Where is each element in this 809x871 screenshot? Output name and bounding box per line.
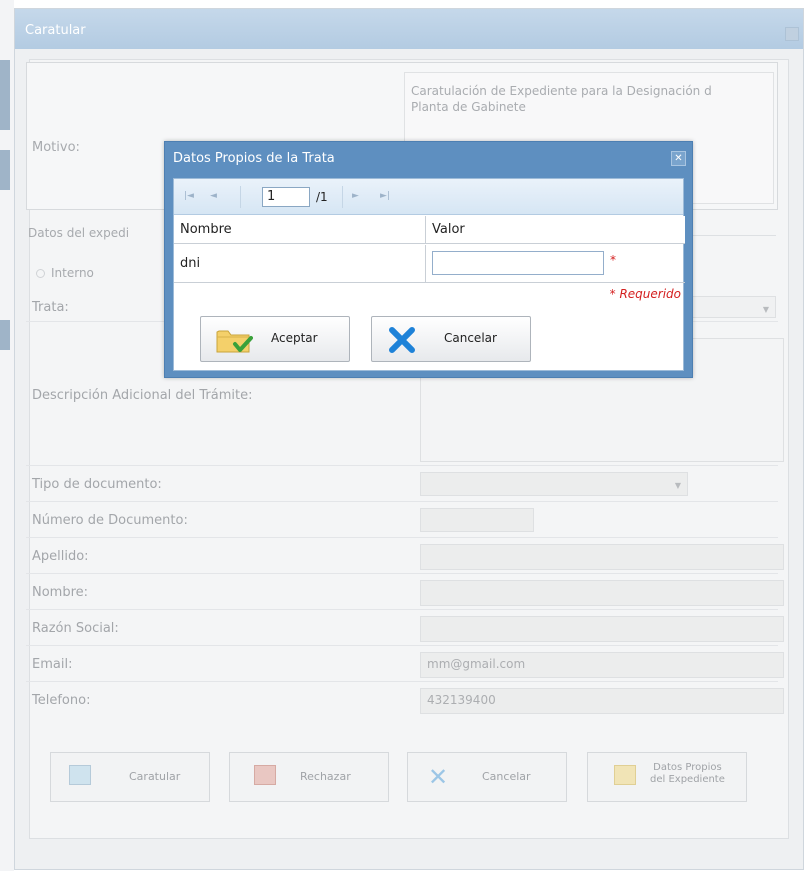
dni-value-input[interactable] [432,251,604,275]
row-tipo-doc: Tipo de documento: ▼ [26,466,778,502]
motivo-label: Motivo: [32,140,80,155]
folder-check-icon [216,330,253,353]
nombre-label: Nombre: [32,585,89,600]
telefono-input[interactable]: 432139400 [420,688,784,714]
last-page-icon[interactable]: ►| [380,191,390,201]
cancelar-main-label: Cancelar [482,770,531,783]
grid-pager: |◄ ◄ 1 /1 ► ►| [174,179,683,215]
chevron-down-icon: ▼ [762,305,769,314]
numero-doc-label: Número de Documento: [32,513,188,528]
column-header-nombre[interactable]: Nombre [180,222,232,237]
window-title: Caratular [15,9,803,49]
caratular-button[interactable]: Caratular [50,752,210,802]
email-input[interactable]: mm@gmail.com [420,652,784,678]
datos-propios-trata-dialog: Datos Propios de la Trata ✕ |◄ ◄ 1 /1 ► … [164,141,693,378]
trata-label: Trata: [32,300,69,315]
column-separator [425,245,426,283]
window-close-icon[interactable] [785,27,799,41]
aceptar-button[interactable]: Aceptar [200,316,350,362]
row-numero-doc: Número de Documento: [26,502,778,538]
column-separator [425,216,426,244]
razon-social-input[interactable] [420,616,784,642]
motivo-text-line2: Planta de Gabinete [411,100,526,114]
dialog-title: Datos Propios de la Trata [173,151,335,166]
tipo-doc-select[interactable]: ▼ [420,472,688,496]
cancel-x-icon [389,327,415,353]
cancelar-main-button[interactable]: ✕ Cancelar [407,752,567,802]
cancelar-dialog-label: Cancelar [444,331,497,345]
pager-separator [240,186,241,208]
first-page-icon[interactable]: |◄ [184,191,194,201]
dialog-content: |◄ ◄ 1 /1 ► ►| Nombre Valor dni * * Requ… [173,178,685,371]
tipo-doc-label: Tipo de documento: [32,477,162,492]
rechazar-button[interactable]: Rechazar [229,752,389,802]
rechazar-label: Rechazar [300,770,351,783]
column-header-valor[interactable]: Valor [432,222,465,237]
grid-header: Nombre Valor [174,216,685,244]
page-total: /1 [316,190,328,204]
pager-separator [342,186,343,208]
apellido-label: Apellido: [32,549,89,564]
datos-propios-line1: Datos Propios [653,762,722,773]
caratular-icon [69,765,91,785]
razon-social-label: Razón Social: [32,621,119,636]
aceptar-label: Aceptar [271,331,318,345]
row-telefono: Telefono: 432139400 [26,682,784,718]
datos-propios-line2: del Expediente [650,774,725,785]
required-asterisk: * [610,253,616,267]
radio-circle-icon [36,269,45,278]
datos-propios-label: Datos Propios del Expediente [650,762,725,786]
telefono-label: Telefono: [32,693,91,708]
descripcion-label: Descripción Adicional del Trámite: [32,388,253,403]
table-row: dni * [174,245,685,283]
datos-expediente-label: Datos del expedi [28,226,130,240]
nombre-input[interactable] [420,580,784,606]
cancel-x-icon: ✕ [428,763,449,791]
row-email: Email: mm@gmail.com [26,646,784,682]
email-label: Email: [32,657,73,672]
cancelar-dialog-button[interactable]: Cancelar [371,316,531,362]
required-note: * Requerido [609,287,681,301]
row-apellido: Apellido: [26,538,784,574]
close-icon[interactable]: ✕ [671,151,686,166]
chevron-down-icon: ▼ [674,481,681,490]
apellido-input[interactable] [420,544,784,570]
row-nombre: Nombre: [26,574,784,610]
prev-page-icon[interactable]: ◄ [210,191,217,201]
numero-doc-input[interactable] [420,508,534,532]
caratular-label: Caratular [129,770,181,783]
rechazar-icon [254,765,276,785]
background-app-edge [0,0,14,871]
radio-interno[interactable]: Interno [36,266,94,280]
next-page-icon[interactable]: ► [352,191,359,201]
row-razon-social: Razón Social: [26,610,784,646]
page-number-input[interactable]: 1 [262,187,310,207]
datos-propios-button[interactable]: Datos Propios del Expediente [587,752,747,802]
row-nombre-cell: dni [180,256,201,271]
motivo-text-line1: Caratulación de Expediente para la Desig… [411,84,712,98]
folder-icon [614,765,636,785]
radio-interno-label: Interno [51,266,94,280]
